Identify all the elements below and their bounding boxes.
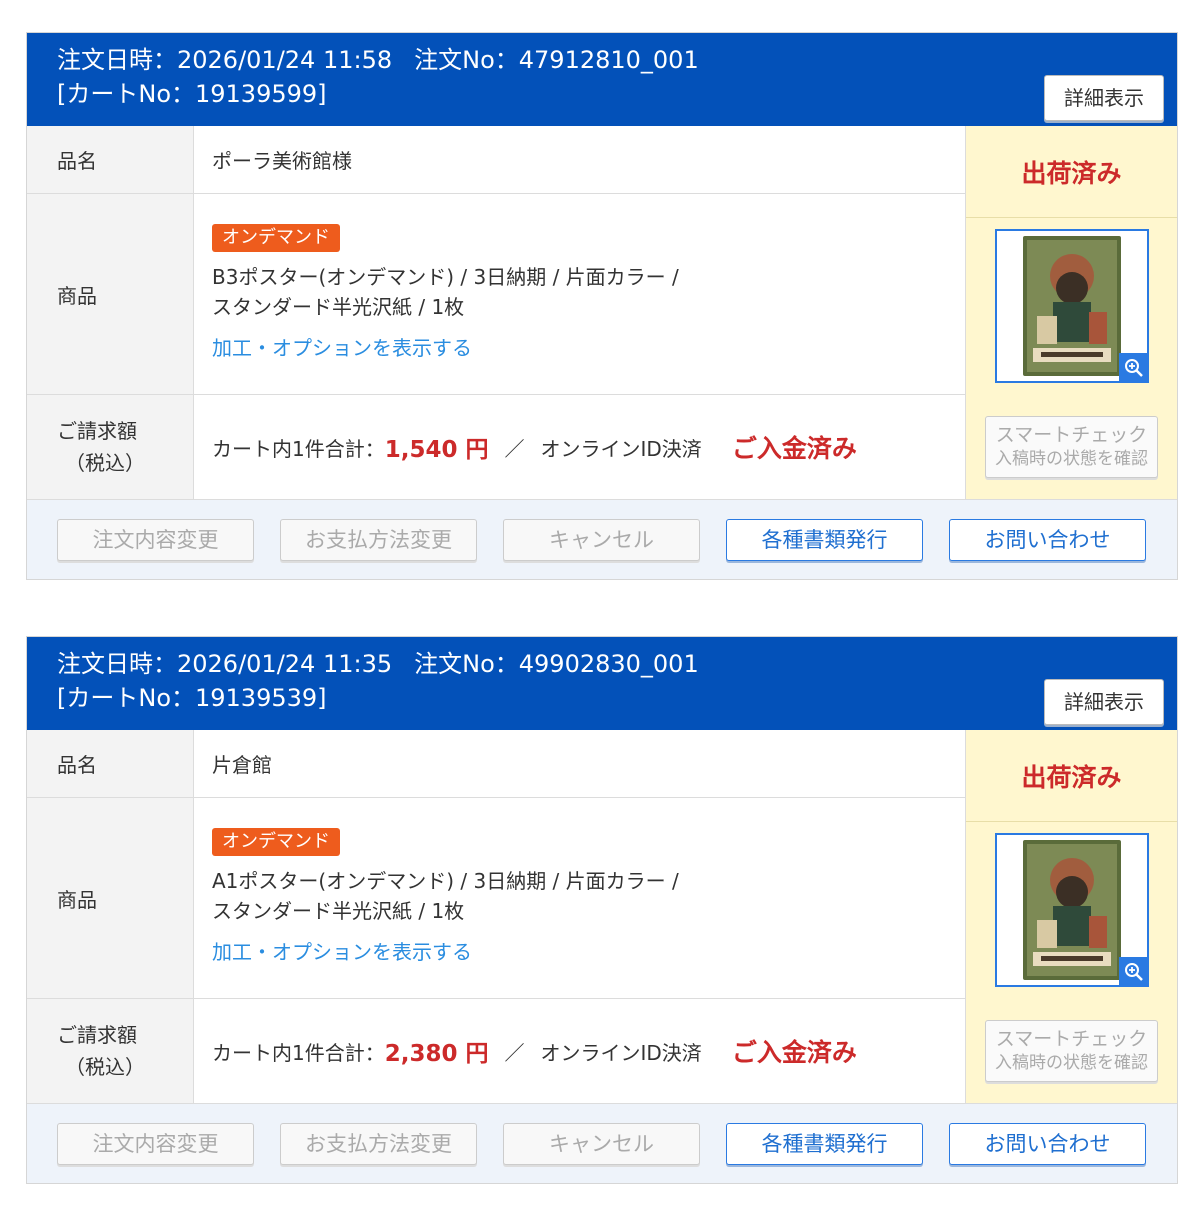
order-card: 注文日時：2026/01/24 11:58 注文No：47912810_001 […: [26, 32, 1178, 580]
order-datetime: 注文日時：2026/01/24 11:35: [57, 650, 393, 678]
product-label: 商品: [27, 194, 194, 394]
cart-total-label: カート内1件合計：: [212, 436, 385, 461]
payment-status: ご入金済み: [731, 434, 857, 463]
action-bar: 注文内容変更 お支払方法変更 キャンセル 各種書類発行 お問い合わせ: [27, 1103, 1177, 1183]
order-card: 注文日時：2026/01/24 11:35 注文No：49902830_001 […: [26, 636, 1178, 1184]
shipping-status: 出荷済み: [966, 126, 1177, 218]
smart-check-button[interactable]: スマートチェック 入稿時の状態を確認: [985, 415, 1158, 478]
poster-image: [1022, 840, 1121, 980]
separator: ／: [504, 436, 525, 461]
order-header: 注文日時：2026/01/24 11:58 注文No：47912810_001 […: [27, 33, 1177, 126]
poster-thumbnail[interactable]: [994, 833, 1149, 987]
cancel-button[interactable]: キャンセル: [503, 518, 700, 561]
zoom-in-icon[interactable]: [1118, 353, 1149, 383]
billing-summary: カート内1件合計： 2,380 円 ／ オンラインID決済 ご入金済み: [194, 999, 965, 1103]
status-column: 出荷済み スマートチェック 入稿時の状態を確認: [965, 126, 1177, 499]
item-name-value: ポーラ美術館様: [212, 149, 352, 173]
smart-check-subtitle: 入稿時の状態を確認: [995, 448, 1148, 469]
cancel-button[interactable]: キャンセル: [503, 1122, 700, 1165]
billing-label-text: ご請求額: [57, 419, 137, 443]
order-info-line: 注文日時：2026/01/24 11:35 注文No：49902830_001: [57, 647, 1177, 681]
order-number: 注文No：47912810_001: [414, 46, 699, 74]
separator: ／: [504, 1040, 525, 1065]
poster-thumbnail[interactable]: [994, 229, 1149, 383]
show-options-link[interactable]: 加工・オプションを表示する: [212, 332, 965, 361]
zoom-in-icon[interactable]: [1118, 957, 1149, 987]
item-name-label: 品名: [27, 730, 194, 797]
payment-method: オンラインID決済: [540, 1040, 702, 1065]
smart-check-button[interactable]: スマートチェック 入稿時の状態を確認: [985, 1019, 1158, 1082]
ondemand-badge: オンデマンド: [212, 223, 340, 252]
detail-button[interactable]: 詳細表示: [1044, 679, 1164, 725]
product-spec-line: A1ポスター(オンデマンド) / 3日納期 / 片面カラー /: [212, 868, 679, 893]
smart-check-title: スマートチェック: [995, 1027, 1148, 1050]
product-spec-line: B3ポスター(オンデマンド) / 3日納期 / 片面カラー /: [212, 264, 679, 289]
ondemand-badge: オンデマンド: [212, 827, 340, 856]
contact-button[interactable]: お問い合わせ: [949, 1122, 1146, 1165]
cart-total-label: カート内1件合計：: [212, 1040, 385, 1065]
total-amount: 1,540 円: [384, 437, 489, 463]
issue-documents-button[interactable]: 各種書類発行: [726, 1122, 923, 1165]
change-order-button[interactable]: 注文内容変更: [57, 518, 254, 561]
product-description: A1ポスター(オンデマンド) / 3日納期 / 片面カラー / スタンダード半光…: [212, 866, 965, 926]
product-description: B3ポスター(オンデマンド) / 3日納期 / 片面カラー / スタンダード半光…: [212, 262, 965, 322]
contact-button[interactable]: お問い合わせ: [949, 518, 1146, 561]
cart-number: [カートNo：19139599]: [57, 80, 327, 108]
tax-included-label: （税込）: [65, 1055, 145, 1079]
billing-label-text: ご請求額: [57, 1023, 137, 1047]
issue-documents-button[interactable]: 各種書類発行: [726, 518, 923, 561]
billing-label: ご請求額 （税込）: [27, 395, 194, 499]
payment-status: ご入金済み: [731, 1038, 857, 1067]
total-amount: 2,380 円: [384, 1041, 489, 1067]
change-order-button[interactable]: 注文内容変更: [57, 1122, 254, 1165]
smart-check-title: スマートチェック: [995, 423, 1148, 446]
billing-label: ご請求額 （税込）: [27, 999, 194, 1103]
order-header: 注文日時：2026/01/24 11:35 注文No：49902830_001 […: [27, 637, 1177, 730]
detail-button[interactable]: 詳細表示: [1044, 75, 1164, 121]
order-number: 注文No：49902830_001: [414, 650, 699, 678]
action-bar: 注文内容変更 お支払方法変更 キャンセル 各種書類発行 お問い合わせ: [27, 499, 1177, 579]
poster-image: [1022, 236, 1121, 376]
order-datetime: 注文日時：2026/01/24 11:58: [57, 46, 393, 74]
smart-check-subtitle: 入稿時の状態を確認: [995, 1052, 1148, 1073]
product-spec-line: スタンダード半光沢紙 / 1枚: [212, 898, 465, 923]
cart-number: [カートNo：19139539]: [57, 684, 327, 712]
payment-method: オンラインID決済: [540, 436, 702, 461]
shipping-status: 出荷済み: [966, 730, 1177, 822]
show-options-link[interactable]: 加工・オプションを表示する: [212, 936, 965, 965]
change-payment-button[interactable]: お支払方法変更: [280, 1122, 477, 1165]
item-name-value: 片倉館: [212, 753, 272, 777]
order-info-line: 注文日時：2026/01/24 11:58 注文No：47912810_001: [57, 43, 1177, 77]
product-spec-line: スタンダード半光沢紙 / 1枚: [212, 294, 465, 319]
item-name-label: 品名: [27, 126, 194, 193]
status-column: 出荷済み スマートチェック 入稿時の状態を確認: [965, 730, 1177, 1103]
billing-summary: カート内1件合計： 1,540 円 ／ オンラインID決済 ご入金済み: [194, 395, 965, 499]
change-payment-button[interactable]: お支払方法変更: [280, 518, 477, 561]
product-label: 商品: [27, 798, 194, 998]
tax-included-label: （税込）: [65, 451, 145, 475]
